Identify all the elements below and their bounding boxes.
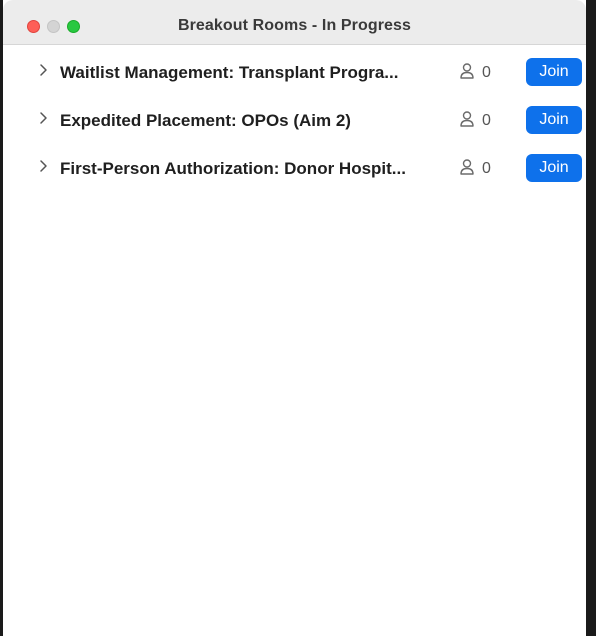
- participants-icon: [460, 159, 474, 175]
- participants-icon: [460, 111, 474, 127]
- window-title: Breakout Rooms - In Progress: [177, 17, 412, 34]
- participant-count: 0: [482, 112, 491, 129]
- breakout-room-row[interactable]: First-Person Authorization: Donor Hospit…: [3, 148, 586, 196]
- chevron-right-icon[interactable]: [39, 110, 49, 126]
- breakout-room-row[interactable]: Waitlist Management: Transplant Progra..…: [3, 52, 586, 100]
- chevron-right-icon[interactable]: [39, 158, 49, 174]
- participant-count: 0: [482, 64, 491, 81]
- breakout-rooms-window: Breakout Rooms - In Progress Waitlist Ma…: [0, 0, 596, 636]
- participant-count: 0: [482, 160, 491, 177]
- participants-icon: [460, 63, 474, 79]
- room-name: First-Person Authorization: Donor Hospit…: [60, 159, 406, 178]
- join-button[interactable]: Join: [526, 58, 582, 86]
- breakout-room-row[interactable]: Expedited Placement: OPOs (Aim 2) 0 Join: [3, 100, 586, 148]
- room-name: Waitlist Management: Transplant Progra..…: [60, 63, 399, 82]
- room-name: Expedited Placement: OPOs (Aim 2): [60, 111, 351, 130]
- join-button[interactable]: Join: [526, 106, 582, 134]
- chevron-right-icon[interactable]: [39, 62, 49, 78]
- title-bar[interactable]: Breakout Rooms - In Progress: [3, 0, 586, 45]
- breakout-room-list: Waitlist Management: Transplant Progra..…: [3, 52, 586, 196]
- join-button[interactable]: Join: [526, 154, 582, 182]
